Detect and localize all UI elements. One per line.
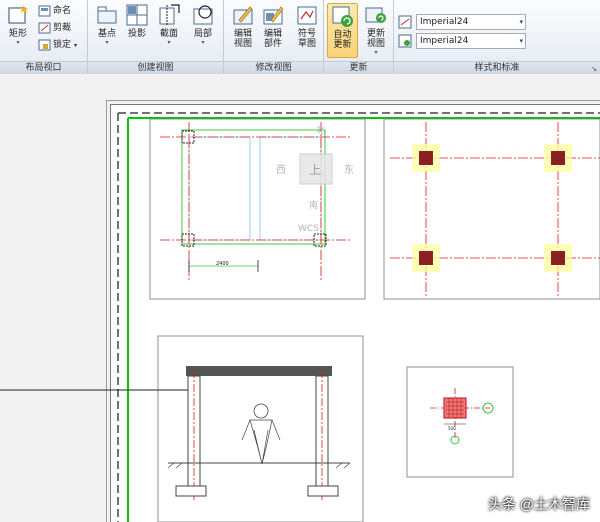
panel-layout-viewport: 矩形 ▾ 命名 剪裁 锁定 ▾ 布局视口: [0, 0, 88, 74]
chevron-down-icon: ▾: [167, 39, 171, 46]
dimension-text: 2400: [216, 261, 229, 267]
section-view-icon: [157, 3, 181, 27]
edit-view-icon: [231, 3, 255, 27]
edit-view-label-2: 视图: [233, 39, 252, 49]
edit-view-label-1: 编辑: [233, 29, 252, 39]
viewcube-south: 南: [309, 199, 318, 211]
ribbon: 矩形 ▾ 命名 剪裁 锁定 ▾ 布局视口 基点 ▾ 投影 截面 ▾ 局部 ▾ 创…: [0, 0, 600, 74]
viewport-plan: 2400: [149, 118, 366, 300]
base-view-icon: [95, 3, 119, 27]
chevron-down-icon: ▾: [74, 42, 78, 49]
projected-view-icon: [125, 3, 149, 27]
table-style-icon: [398, 34, 412, 48]
name-button[interactable]: 命名: [38, 4, 71, 19]
panel-title-modify-view: 修改视图: [224, 61, 323, 74]
update-view-label-1: 更新: [366, 29, 385, 39]
edit-component-label-1: 编辑: [263, 29, 282, 39]
lock-button[interactable]: 锁定 ▾: [38, 38, 77, 53]
detail-dimension-text: 500: [448, 426, 456, 431]
detail-view-icon: [191, 3, 215, 27]
chevron-down-icon: ▾: [16, 39, 20, 46]
viewcube-top: 上: [309, 163, 321, 177]
panel-create-view: 基点 ▾ 投影 截面 ▾ 局部 ▾ 创建视图: [88, 0, 224, 74]
rectangle-button[interactable]: 矩形 ▾: [3, 3, 33, 58]
panel-expand-icon[interactable]: ↘: [591, 65, 597, 73]
panel-title-layout-viewport: 布局视口: [0, 61, 87, 74]
clip-button[interactable]: 剪裁: [38, 21, 71, 36]
viewport-detail: 500: [406, 366, 514, 478]
auto-update-button[interactable]: 自动 更新: [327, 3, 358, 58]
chevron-down-icon: ▾: [374, 49, 378, 56]
edit-component-icon: [261, 3, 285, 27]
dimension-style-icon: [398, 15, 412, 29]
viewcube-wcs: WCS: [298, 224, 319, 234]
section-view-button[interactable]: 截面 ▾: [154, 3, 184, 58]
projected-view-button[interactable]: 投影: [122, 3, 152, 58]
drawing-graphics: 2400 北 西 东 上 南 WCS 500: [0, 112, 600, 522]
name-icon: [38, 5, 51, 17]
base-view-button[interactable]: 基点 ▾: [92, 3, 122, 58]
table-style-select[interactable]: Imperial24 ▾: [416, 33, 526, 49]
update-view-icon: [364, 3, 388, 27]
auto-update-label-1: 自动: [333, 30, 352, 40]
panel-title-create-view: 创建视图: [88, 61, 223, 74]
chevron-down-icon: ▾: [519, 37, 523, 45]
clip-icon: [38, 22, 51, 34]
symbol-sketch-button[interactable]: 符号 草图: [292, 3, 322, 58]
edit-component-label-2: 部件: [263, 39, 282, 49]
viewport-column-grid: [383, 118, 600, 300]
projected-view-label: 投影: [127, 29, 146, 39]
update-view-button[interactable]: 更新 视图 ▾: [361, 3, 391, 58]
viewcube-west: 西: [276, 165, 286, 176]
viewcube-east: 东: [344, 163, 354, 176]
rectangle-viewport-icon: [6, 3, 30, 27]
lock-icon: [38, 39, 51, 51]
detail-view-button[interactable]: 局部 ▾: [188, 3, 218, 58]
panel-modify-view: 编辑 视图 编辑 部件 符号 草图 修改视图: [224, 0, 324, 74]
edit-view-button[interactable]: 编辑 视图: [228, 3, 258, 58]
symbol-sketch-label-2: 草图: [297, 39, 316, 49]
edit-component-button[interactable]: 编辑 部件: [258, 3, 288, 58]
update-view-label-2: 视图: [366, 39, 385, 49]
panel-title-styles: 样式和标准: [394, 61, 600, 74]
detail-view-label: 局部: [193, 29, 212, 39]
chevron-down-icon: ▾: [201, 39, 205, 46]
symbol-sketch-icon: [295, 3, 319, 27]
chevron-down-icon: ▾: [105, 39, 109, 46]
watermark: 头条 @土木智库: [487, 496, 590, 512]
panel-update: 自动 更新 更新 视图 ▾ 更新: [324, 0, 394, 74]
auto-update-label-2: 更新: [333, 40, 352, 50]
viewcube-north: 北: [316, 125, 325, 136]
symbol-sketch-label-1: 符号: [297, 29, 316, 39]
chevron-down-icon: ▾: [519, 18, 523, 26]
section-view-label: 截面: [159, 29, 178, 39]
viewport-elevation: [0, 335, 364, 522]
dimension-style-select[interactable]: Imperial24 ▾: [416, 14, 526, 30]
panel-title-update: 更新: [324, 61, 393, 74]
auto-update-icon: [331, 4, 355, 28]
rectangle-label: 矩形: [8, 29, 27, 39]
base-view-label: 基点: [97, 29, 116, 39]
